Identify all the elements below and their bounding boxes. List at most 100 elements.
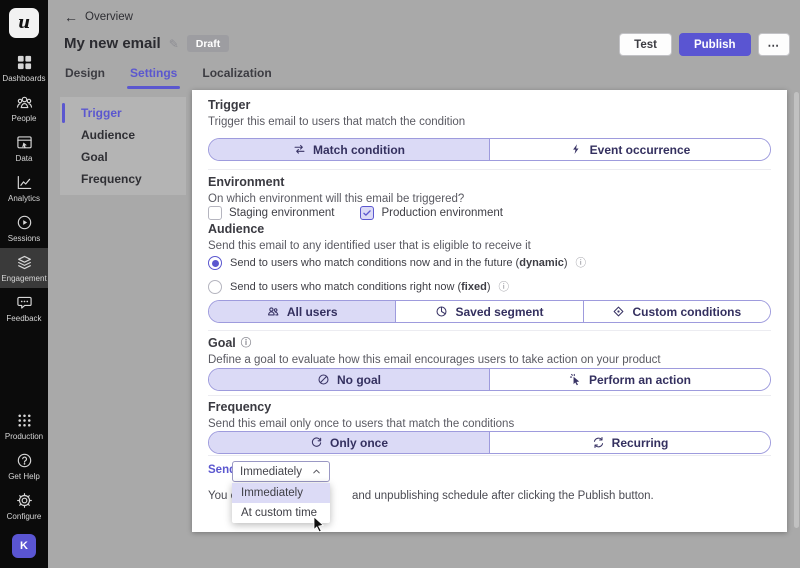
sidebar-item-analytics[interactable]: Analytics [0,168,48,208]
checkbox-unchecked-icon [208,206,222,220]
note-right-fragment: and unpublishing schedule after clicking… [352,490,654,502]
audience-title: Audience [208,222,771,236]
sidebar-label: Get Help [8,472,40,481]
back-label: Overview [85,11,133,23]
frequency-segmented-control: Only once Recurring [208,431,771,454]
tab-design[interactable]: Design [64,62,106,89]
segment-label: Match condition [313,143,405,157]
sidebar-item-configure[interactable]: Configure [0,486,48,526]
cursor-click-icon [569,373,582,386]
tab-bar: Design Settings Localization [64,62,273,89]
audience-section-header: Audience Send this email to any identifi… [208,222,771,253]
goal-section-header: Goalⓘ Define a goal to evaluate how this… [208,336,771,367]
info-icon[interactable]: ⓘ [498,282,509,292]
checkbox-staging-environment[interactable]: Staging environment [208,206,334,220]
trigger-title: Trigger [208,98,771,112]
section-divider [208,395,771,396]
diamond-target-icon [612,305,625,318]
test-button[interactable]: Test [619,33,672,56]
checkbox-label: Production environment [381,207,502,219]
send-schedule-select[interactable]: Immediately [232,461,330,482]
radio-fixed-audience[interactable]: Send to users who match conditions right… [208,280,509,294]
more-button[interactable]: ⋯ [758,33,791,56]
sessions-icon [16,214,33,231]
segment-label: Perform an action [589,373,691,387]
segment-only-once[interactable]: Only once [209,432,489,453]
app-sidebar: u Dashboards People Data Analytics Sessi… [0,0,48,568]
radio-unselected-icon [208,280,222,294]
vertical-scrollbar[interactable] [794,92,799,528]
sidebar-item-engagement[interactable]: Engagement [0,248,48,288]
segment-custom-conditions[interactable]: Custom conditions [583,301,770,322]
trigger-description: Trigger this email to users that match t… [208,116,771,129]
info-icon[interactable]: ⓘ [241,338,252,348]
segment-all-users[interactable]: All users [209,301,395,322]
breadcrumb-back[interactable]: ← Overview [64,11,133,23]
back-arrow-icon: ← [64,11,78,23]
sidebar-item-get-help[interactable]: Get Help [0,446,48,486]
settings-nav-goal[interactable]: Goal [60,146,186,168]
userpilot-logo[interactable]: u [9,8,39,38]
info-icon[interactable]: ⓘ [576,258,587,268]
avatar-letter: K [20,540,28,552]
chevron-up-icon [311,466,322,477]
segment-saved-segment[interactable]: Saved segment [395,301,582,322]
environment-title: Environment [208,175,771,189]
engagement-icon [16,254,33,271]
segment-event-occurrence[interactable]: Event occurrence [489,139,770,160]
sidebar-label: Sessions [8,234,40,243]
trigger-segmented-control: Match condition Event occurrence [208,138,771,161]
section-divider [208,169,771,170]
segment-match-condition[interactable]: Match condition [209,139,489,160]
segment-perform-an-action[interactable]: Perform an action [489,369,770,390]
trigger-section-header: Trigger Trigger this email to users that… [208,98,771,129]
menu-item-immediately[interactable]: Immediately [232,483,330,503]
user-avatar[interactable]: K [12,534,36,558]
segment-no-goal[interactable]: No goal [209,369,489,390]
radio-dynamic-audience[interactable]: Send to users who match conditions now a… [208,256,586,270]
frequency-title: Frequency [208,400,771,414]
send-row: Send Immediately [208,461,771,481]
environment-description: On which environment will this email be … [208,193,771,206]
segment-recurring[interactable]: Recurring [489,432,770,453]
sidebar-label: People [12,114,37,123]
header-actions: Test Publish ⋯ [619,33,790,56]
tab-localization[interactable]: Localization [201,62,272,89]
segment-label: Recurring [612,436,669,450]
sidebar-item-dashboards[interactable]: Dashboards [0,48,48,88]
publish-button[interactable]: Publish [679,33,751,56]
section-divider [208,330,771,331]
checkbox-production-environment[interactable]: Production environment [360,206,502,220]
frequency-description: Send this email only once to users that … [208,418,771,431]
sidebar-item-feedback[interactable]: Feedback [0,288,48,328]
settings-nav-frequency[interactable]: Frequency [60,168,186,190]
environment-checkboxes: Staging environment Production environme… [208,206,771,220]
status-badge: Draft [187,35,230,52]
edit-pencil-icon[interactable]: ✎ [169,37,179,51]
select-value: Immediately [240,466,311,478]
segment-label: No goal [337,373,381,387]
settings-nav-audience[interactable]: Audience [60,124,186,146]
title-row: My new email ✎ Draft [64,35,229,52]
rotate-once-icon [310,436,323,449]
sidebar-item-people[interactable]: People [0,88,48,128]
settings-nav-trigger[interactable]: Trigger [60,102,186,124]
sidebar-item-data[interactable]: Data [0,128,48,168]
sidebar-label: Data [16,154,33,163]
mouse-cursor-icon [312,516,328,532]
sidebar-item-sessions[interactable]: Sessions [0,208,48,248]
segment-label: All users [287,305,338,319]
section-divider [208,455,771,456]
radio-label: Send to users who match conditions right… [230,281,490,293]
tab-settings[interactable]: Settings [129,62,178,89]
settings-nav: Trigger Audience Goal Frequency [60,97,186,195]
production-icon [16,412,33,429]
goal-segmented-control: No goal Perform an action [208,368,771,391]
feedback-icon [16,294,33,311]
sidebar-label: Configure [7,512,42,521]
sidebar-item-production[interactable]: Production [0,406,48,446]
sidebar-label: Dashboards [2,74,45,83]
radio-label: Send to users who match conditions now a… [230,257,568,269]
sidebar-label: Feedback [6,314,41,323]
segment-label: Only once [330,436,388,450]
